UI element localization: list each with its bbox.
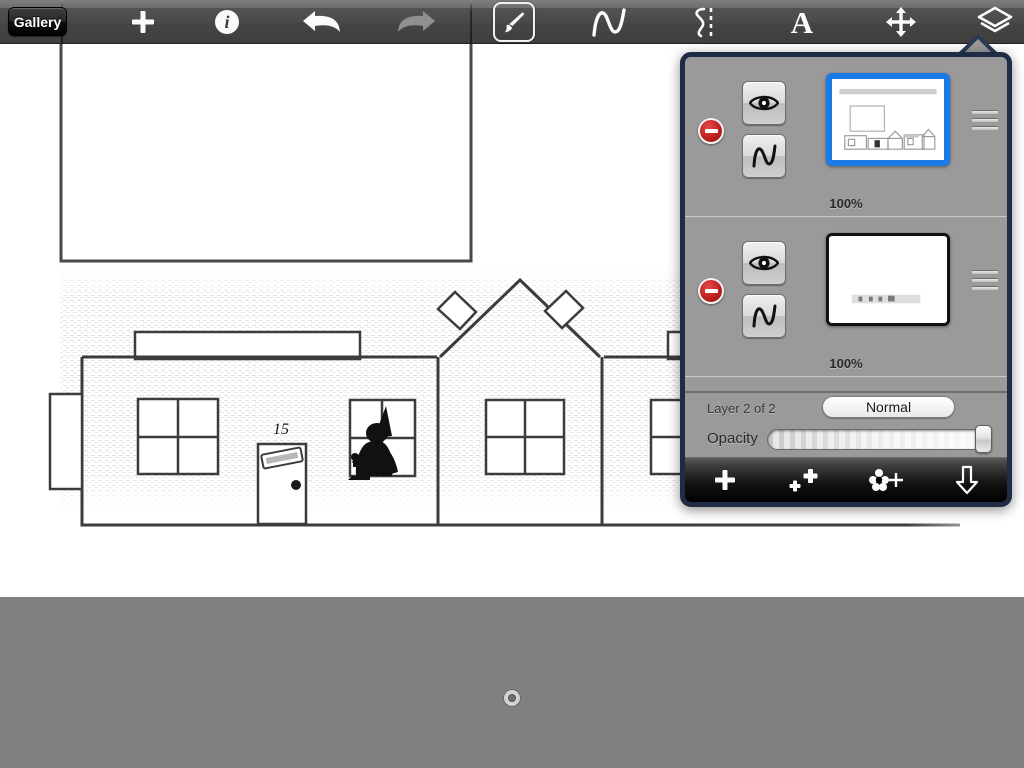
arrow-down-icon bbox=[955, 465, 978, 495]
delete-layer-button[interactable] bbox=[698, 118, 724, 144]
layer-thumbnail[interactable] bbox=[826, 233, 950, 326]
redo-icon bbox=[398, 11, 435, 32]
transform-icon bbox=[886, 7, 916, 37]
layer-row[interactable]: 100% bbox=[685, 217, 1007, 377]
redo-button[interactable] bbox=[392, 0, 440, 44]
layer-visibility-button[interactable] bbox=[742, 81, 786, 125]
layer-thumbnail[interactable] bbox=[826, 73, 950, 166]
add-icon bbox=[132, 11, 154, 33]
merge-down-button[interactable] bbox=[927, 458, 1008, 502]
text-tool-button[interactable]: A bbox=[778, 0, 826, 44]
layer-drag-handle[interactable] bbox=[972, 110, 998, 130]
cut-icon bbox=[695, 7, 713, 38]
opacity-slider[interactable] bbox=[767, 429, 989, 450]
grip-line bbox=[972, 270, 998, 274]
alpha-lock-button[interactable] bbox=[742, 134, 786, 178]
workspace-background bbox=[0, 597, 1024, 768]
layer-count-label: Layer 2 of 2 bbox=[707, 401, 776, 416]
minus-icon bbox=[704, 289, 718, 293]
svg-text:15: 15 bbox=[273, 421, 289, 438]
transform-tool-button[interactable] bbox=[877, 0, 925, 44]
layer-drag-handle[interactable] bbox=[972, 270, 998, 290]
layer-row[interactable]: 100% bbox=[685, 57, 1007, 217]
smooth-tool-button[interactable] bbox=[586, 0, 634, 44]
undo-icon bbox=[303, 11, 340, 32]
plus-icon bbox=[715, 470, 736, 490]
info-button[interactable]: i bbox=[203, 0, 251, 44]
opacity-label: Opacity bbox=[707, 430, 758, 447]
brush-icon bbox=[505, 12, 525, 33]
layer-thumbnail-image bbox=[832, 79, 944, 160]
cut-tool-button[interactable] bbox=[680, 0, 728, 44]
duplicate-layer-button[interactable] bbox=[766, 458, 847, 502]
alpha-curve-icon bbox=[752, 304, 777, 328]
blend-mode-button[interactable]: Normal bbox=[822, 396, 955, 418]
brush-tool-selected-frame bbox=[493, 2, 535, 42]
grip-line bbox=[972, 126, 998, 130]
layer-settings: Layer 2 of 2 Normal Opacity bbox=[685, 391, 1007, 458]
svg-text:i: i bbox=[224, 12, 229, 32]
eye-icon bbox=[749, 255, 779, 271]
grip-line bbox=[972, 278, 998, 282]
text-icon: A bbox=[791, 6, 814, 38]
opacity-slider-knob[interactable] bbox=[975, 425, 992, 453]
layer-opacity-value: 100% bbox=[829, 356, 863, 371]
layer-opacity-value: 100% bbox=[829, 196, 863, 211]
alpha-lock-button[interactable] bbox=[742, 294, 786, 338]
brush-tool-button[interactable] bbox=[492, 0, 536, 44]
toolbar-divider bbox=[470, 0, 472, 44]
add-layer-button[interactable] bbox=[685, 458, 766, 502]
alpha-curve-icon bbox=[752, 144, 777, 168]
svg-text:A: A bbox=[791, 6, 814, 38]
grip-line bbox=[972, 110, 998, 114]
top-toolbar: Gallery i A bbox=[0, 0, 1024, 44]
layer-visibility-button[interactable] bbox=[742, 241, 786, 285]
smooth-icon bbox=[592, 8, 626, 37]
app-root: 15 Gallery i A 100% 100% Layer 2 of 2 No… bbox=[0, 0, 1024, 768]
delete-layer-button[interactable] bbox=[698, 278, 724, 304]
loading-spinner bbox=[504, 690, 520, 706]
layers-popover: 100% 100% Layer 2 of 2 Normal Opacity bbox=[680, 34, 1012, 507]
eye-icon bbox=[749, 95, 779, 111]
grip-line bbox=[972, 118, 998, 122]
layers-action-bar bbox=[685, 458, 1007, 502]
undo-button[interactable] bbox=[298, 0, 346, 44]
info-icon: i bbox=[215, 10, 239, 34]
grip-line bbox=[972, 286, 998, 290]
layer-thumbnail-image bbox=[829, 236, 947, 323]
add-button[interactable] bbox=[119, 0, 167, 44]
gallery-button[interactable]: Gallery bbox=[8, 7, 67, 36]
merge-layers-button[interactable] bbox=[846, 458, 927, 502]
layers-popover-body: 100% 100% Layer 2 of 2 Normal Opacity bbox=[680, 52, 1012, 507]
minus-icon bbox=[704, 129, 718, 133]
plus-plus-icon bbox=[789, 469, 818, 492]
merge-flower-plus-icon bbox=[869, 469, 904, 491]
